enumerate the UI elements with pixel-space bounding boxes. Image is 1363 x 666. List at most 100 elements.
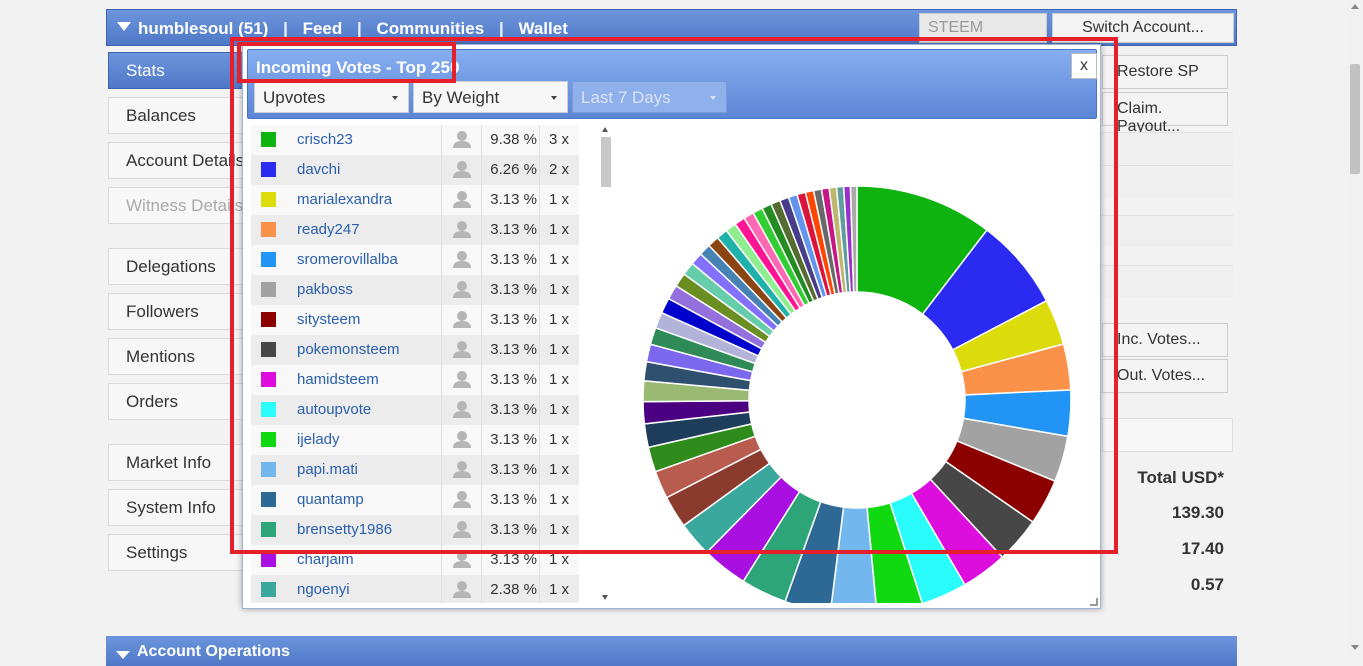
sidebar-item-system-info[interactable]: System Info	[108, 489, 248, 526]
voter-name-link[interactable]: ready247	[297, 221, 360, 238]
total-usd-value: 0.57	[1190, 575, 1224, 594]
user-profile-icon[interactable]	[447, 575, 477, 603]
voter-name-link[interactable]: brensetty1986	[297, 521, 392, 538]
sidebar-item-mentions[interactable]: Mentions	[108, 338, 248, 375]
sidebar-item-settings[interactable]: Settings	[108, 534, 248, 571]
voter-name-link[interactable]: marialexandra	[297, 191, 392, 208]
resize-handle-icon[interactable]	[1090, 598, 1098, 606]
vote-type-select[interactable]: Upvotes	[254, 81, 409, 113]
voter-name-link[interactable]: crisch23	[297, 131, 353, 148]
voter-row: charjaim 3.13 % 1 x	[251, 545, 579, 575]
dropdown-arrow-icon	[551, 96, 557, 100]
currency-select[interactable]: STEEM	[919, 13, 1047, 43]
sidebar-item-followers[interactable]: Followers	[108, 293, 248, 330]
switch-account-button[interactable]: Switch Account...	[1052, 13, 1234, 43]
scroll-up-arrow-icon[interactable]	[602, 127, 608, 132]
vote-percentage: 6.26 %	[490, 161, 537, 178]
nav-communities[interactable]: Communities	[377, 19, 485, 38]
user-profile-icon[interactable]	[447, 485, 477, 515]
user-profile-icon[interactable]	[447, 425, 477, 455]
nav-separator: |	[498, 19, 504, 38]
vote-count: 1 x	[548, 221, 569, 238]
currency-select-value: STEEM	[928, 19, 984, 36]
user-profile-icon[interactable]	[447, 515, 477, 545]
sidebar-item-market-info[interactable]: Market Info	[108, 444, 248, 481]
dialog-title: Incoming Votes - Top 250	[256, 58, 460, 77]
vote-percentage: 3.13 %	[490, 551, 537, 568]
scroll-up-arrow-icon[interactable]	[1351, 4, 1359, 9]
legend-swatch	[261, 132, 276, 147]
voter-row: quantamp 3.13 % 1 x	[251, 485, 579, 515]
page-scrollbar[interactable]	[1347, 0, 1363, 657]
vote-count: 2 x	[548, 161, 569, 178]
top-navigation-bar: humblesoul (51) | Feed | Communities | W…	[106, 9, 1237, 46]
user-profile-icon[interactable]	[447, 275, 477, 305]
voter-name-link[interactable]: davchi	[297, 161, 340, 178]
voter-name-link[interactable]: papi.mati	[297, 461, 358, 478]
account-operations-bar[interactable]: Account Operations	[106, 636, 1237, 666]
outgoing-votes-button[interactable]: Out. Votes...	[1102, 359, 1228, 393]
user-profile-icon[interactable]	[447, 305, 477, 335]
voter-name-link[interactable]: charjaim	[297, 551, 354, 568]
user-profile-icon[interactable]	[447, 155, 477, 185]
collapse-caret-icon[interactable]	[116, 651, 130, 659]
user-profile-icon[interactable]	[447, 335, 477, 365]
nav-separator: |	[283, 19, 288, 38]
dropdown-arrow-icon	[710, 96, 716, 100]
scroll-down-arrow-icon[interactable]	[602, 595, 608, 600]
nav-wallet[interactable]: Wallet	[518, 19, 567, 38]
voter-name-link[interactable]: ijelady	[297, 431, 340, 448]
voter-name-link[interactable]: autoupvote	[297, 401, 371, 418]
sidebar-item-stats[interactable]: Stats	[108, 52, 248, 89]
user-profile-icon[interactable]	[447, 365, 477, 395]
user-profile-icon[interactable]	[447, 125, 477, 155]
claim-payout-button[interactable]: Claim. Payout...	[1102, 92, 1228, 135]
top-nav-links: humblesoul (51) | Feed | Communities | W…	[138, 19, 578, 39]
vote-count: 1 x	[548, 551, 569, 568]
dialog-header[interactable]: Incoming Votes - Top 250 x Upvotes By We…	[247, 49, 1097, 119]
vote-percentage: 3.13 %	[490, 341, 537, 358]
voter-list-scrollbar[interactable]	[599, 125, 613, 603]
user-profile-icon[interactable]	[447, 395, 477, 425]
sort-select[interactable]: By Weight	[413, 81, 568, 113]
sidebar-item-delegations[interactable]: Delegations	[108, 248, 248, 285]
user-profile-icon[interactable]	[447, 185, 477, 215]
restore-sp-button[interactable]: Restore SP	[1102, 55, 1228, 89]
page-scrollbar-thumb[interactable]	[1350, 64, 1360, 174]
nav-account[interactable]: humblesoul (51)	[138, 19, 268, 38]
vote-percentage: 2.38 %	[490, 581, 537, 598]
voter-name-link[interactable]: pokemonsteem	[297, 341, 400, 358]
sidebar-item-balances[interactable]: Balances	[108, 97, 248, 134]
user-profile-icon[interactable]	[447, 455, 477, 485]
voter-list[interactable]: crisch23 9.38 % 3 x davchi 6.26 % 2 x marialex…	[251, 125, 579, 603]
close-button[interactable]: x	[1071, 53, 1097, 79]
legend-swatch	[261, 162, 276, 177]
user-profile-icon[interactable]	[447, 215, 477, 245]
voter-name-link[interactable]: pakboss	[297, 281, 353, 298]
voter-name-link[interactable]: ngoenyi	[297, 581, 350, 598]
vote-distribution-donut-chart	[642, 185, 1072, 603]
account-operations-title: Account Operations	[137, 643, 290, 660]
voter-list-scrollbar-thumb[interactable]	[601, 137, 611, 187]
voter-row: ready247 3.13 % 1 x	[251, 215, 579, 245]
vote-count: 1 x	[548, 341, 569, 358]
vote-percentage: 3.13 %	[490, 521, 537, 538]
legend-swatch	[261, 552, 276, 567]
sidebar-item-account-details[interactable]: Account Details	[108, 142, 248, 179]
scroll-down-arrow-icon[interactable]	[1351, 645, 1359, 650]
voter-name-link[interactable]: hamidsteem	[297, 371, 379, 388]
collapse-caret-icon[interactable]	[117, 22, 131, 31]
legend-swatch	[261, 462, 276, 477]
nav-feed[interactable]: Feed	[303, 19, 343, 38]
legend-swatch	[261, 282, 276, 297]
user-profile-icon[interactable]	[447, 245, 477, 275]
incoming-votes-button[interactable]: Inc. Votes...	[1102, 323, 1228, 357]
voter-name-link[interactable]: quantamp	[297, 491, 364, 508]
voter-row: ijelady 3.13 % 1 x	[251, 425, 579, 455]
user-profile-icon[interactable]	[447, 545, 477, 575]
vote-count: 1 x	[548, 431, 569, 448]
voter-name-link[interactable]: sromerovillalba	[297, 251, 398, 268]
sidebar-item-orders[interactable]: Orders	[108, 383, 248, 420]
voter-name-link[interactable]: sitysteem	[297, 311, 360, 328]
voter-row: autoupvote 3.13 % 1 x	[251, 395, 579, 425]
